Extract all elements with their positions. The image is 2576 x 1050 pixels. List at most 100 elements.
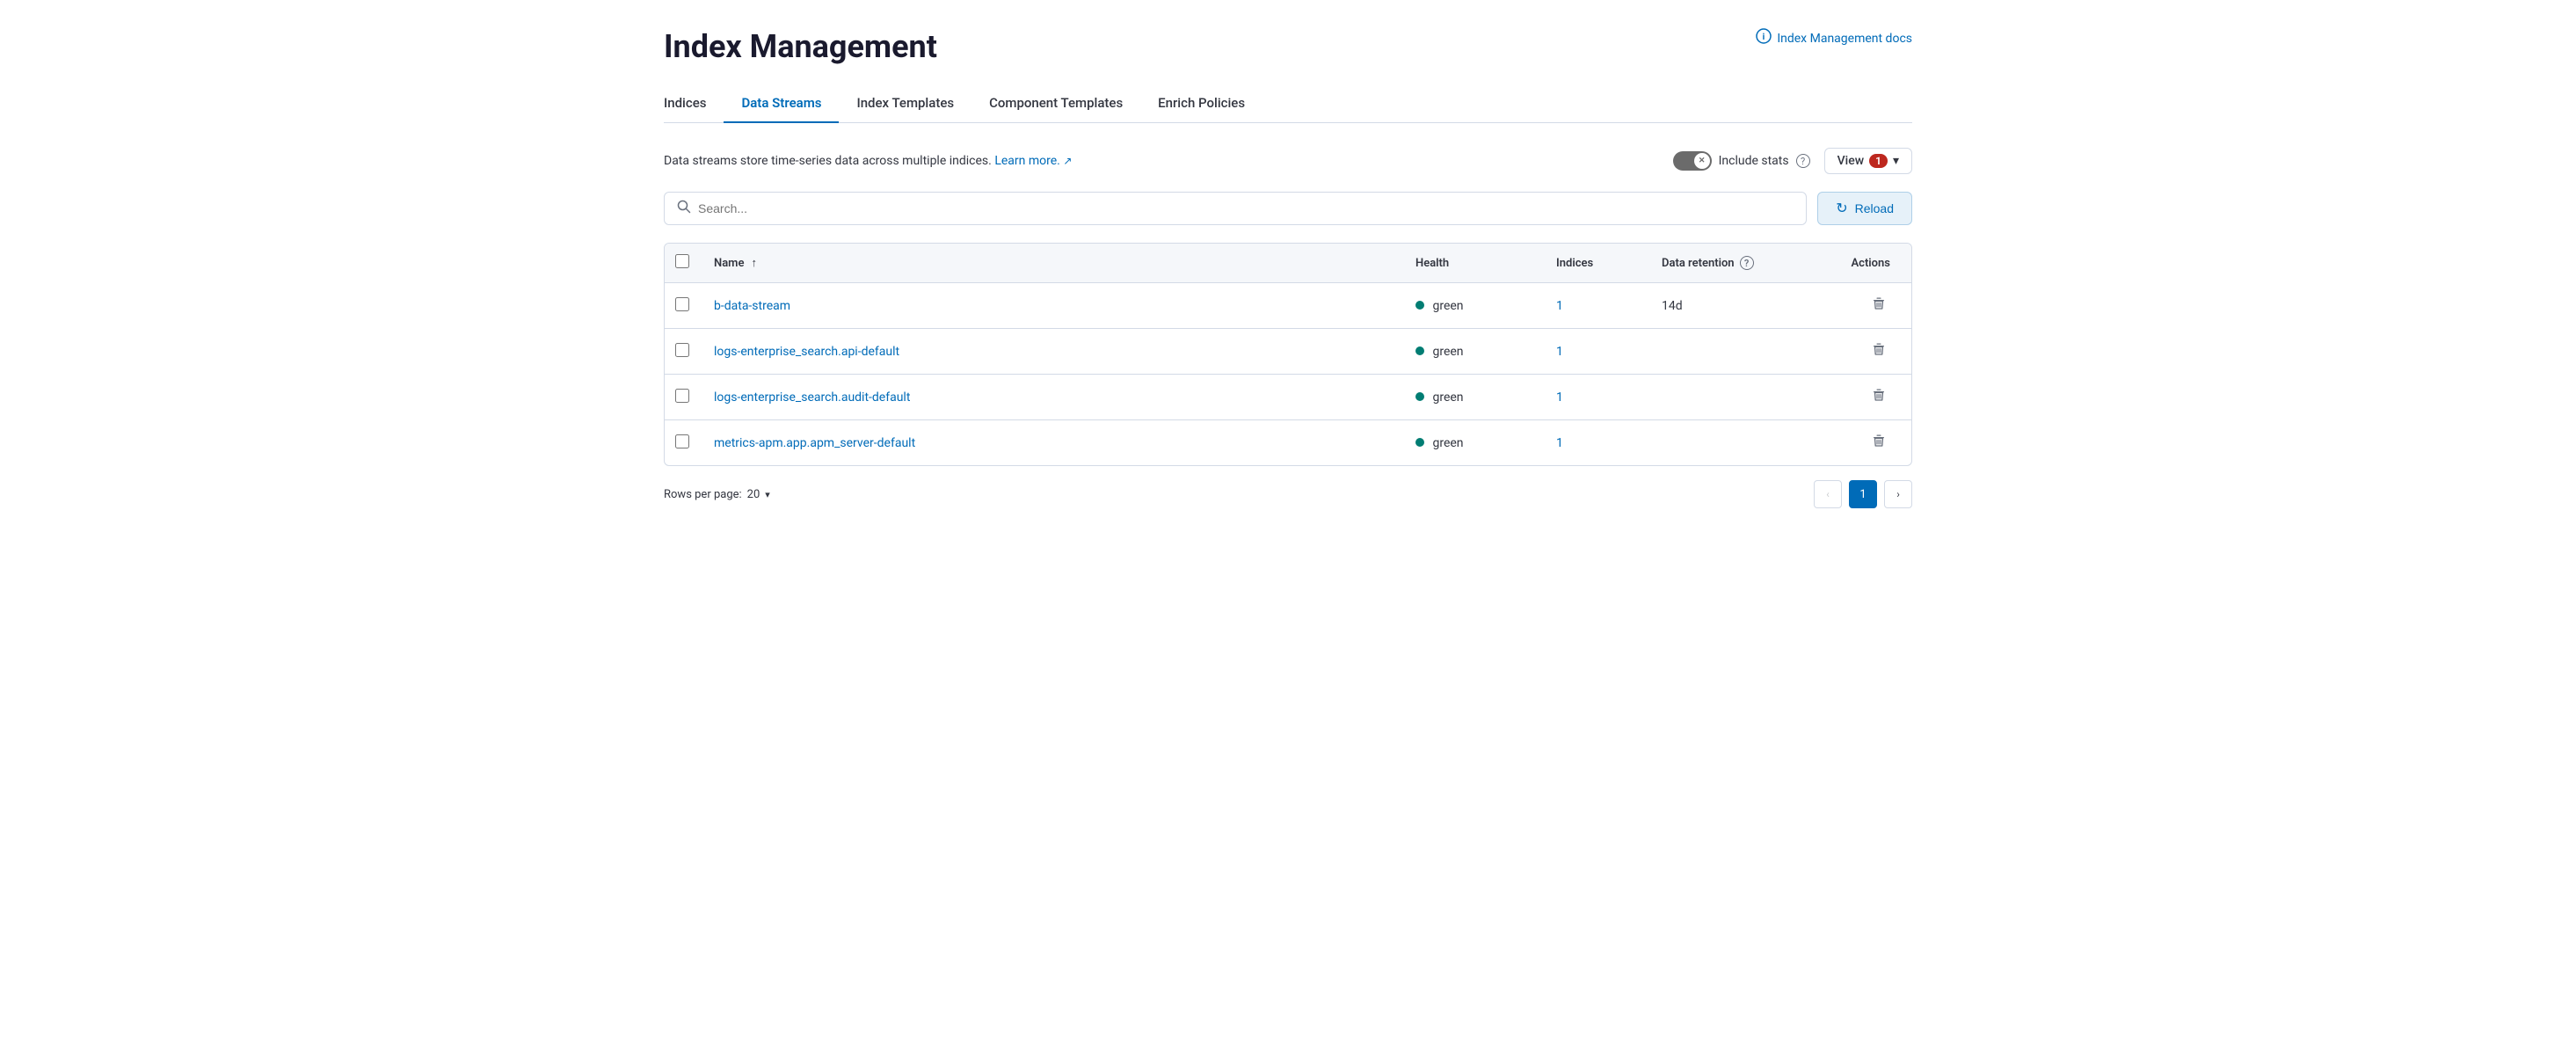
th-data-retention[interactable]: Data retention ? [1648,244,1823,283]
health-label-2: green [1432,390,1463,405]
info-description: Data streams store time-series data acro… [664,154,1072,168]
docs-link[interactable]: i Index Management docs [1756,28,1912,48]
table-row: metrics-apm.app.apm_server-default green… [665,420,1911,466]
rows-per-page[interactable]: Rows per page: 20 ▾ [664,488,770,501]
include-stats-label: Include stats [1719,154,1789,168]
data-streams-table: Name ↑ Health Indices Data retention ? [665,244,1911,465]
svg-text:i: i [1763,33,1765,42]
indices-count-link-0[interactable]: 1 [1556,299,1563,313]
external-link-icon: ↗ [1063,155,1072,167]
reload-icon: ↻ [1836,200,1847,217]
name-sort-icon: ↑ [751,256,757,270]
row-health-cell: green [1401,283,1542,329]
th-indices[interactable]: Indices [1542,244,1648,283]
row-indices-cell: 1 [1542,420,1648,466]
row-indices-cell: 1 [1542,329,1648,375]
view-button-label: View [1837,154,1865,168]
include-stats-toggle[interactable]: ✕ [1673,151,1712,171]
pagination-next-button[interactable]: › [1884,480,1912,508]
th-actions: Actions [1823,244,1911,283]
row-actions-cell [1823,375,1911,420]
row-checkbox-0[interactable] [675,297,689,311]
row-indices-cell: 1 [1542,375,1648,420]
pagination-page-1[interactable]: 1 [1849,480,1877,508]
row-retention-cell [1648,375,1823,420]
view-badge: 1 [1869,154,1888,168]
reload-button[interactable]: ↻ Reload [1817,192,1912,225]
include-stats-toggle-area: ✕ Include stats ? [1673,151,1810,171]
tab-indices[interactable]: Indices [664,86,724,123]
info-bar: Data streams store time-series data acro… [664,148,1912,174]
th-health[interactable]: Health [1401,244,1542,283]
delete-button-2[interactable] [1867,385,1890,411]
indices-count-link-2[interactable]: 1 [1556,390,1563,405]
row-retention-cell [1648,420,1823,466]
search-reload-row: ↻ Reload [664,192,1912,225]
search-input[interactable] [698,201,1794,215]
indices-count-link-3[interactable]: 1 [1556,436,1563,450]
row-checkbox-3[interactable] [675,434,689,448]
stream-name-link-3[interactable]: metrics-apm.app.apm_server-default [714,436,915,450]
rows-per-page-label: Rows per page: [664,488,742,501]
rows-per-page-value: 20 [747,488,760,501]
pagination-row: Rows per page: 20 ▾ ‹ 1 › [664,466,1912,508]
row-actions-cell [1823,283,1911,329]
row-checkbox-cell [665,375,700,420]
row-checkbox-cell [665,420,700,466]
row-checkbox-1[interactable] [675,343,689,357]
tab-index-templates[interactable]: Index Templates [839,86,971,123]
stream-name-link-0[interactable]: b-data-stream [714,299,790,313]
tab-enrich-policies[interactable]: Enrich Policies [1140,86,1263,123]
tab-data-streams[interactable]: Data Streams [724,86,839,123]
row-health-cell: green [1401,375,1542,420]
row-checkbox-2[interactable] [675,389,689,403]
search-icon [677,200,691,217]
health-dot-0 [1415,301,1424,310]
row-health-cell: green [1401,329,1542,375]
stream-name-link-1[interactable]: logs-enterprise_search.api-default [714,345,899,359]
reload-label: Reload [1855,201,1894,215]
row-checkbox-cell [665,283,700,329]
search-box [664,192,1807,225]
data-retention-help-icon[interactable]: ? [1740,256,1754,270]
next-icon: › [1896,488,1900,500]
row-name-cell: logs-enterprise_search.api-default [700,329,1401,375]
delete-button-1[interactable] [1867,339,1890,365]
docs-link-icon: i [1756,28,1772,48]
row-name-cell: metrics-apm.app.apm_server-default [700,420,1401,466]
row-retention-cell: 14d [1648,283,1823,329]
learn-more-link[interactable]: Learn more. ↗ [994,154,1072,168]
delete-button-0[interactable] [1867,294,1890,319]
health-dot-3 [1415,438,1424,447]
pagination-prev-button[interactable]: ‹ [1814,480,1842,508]
health-label-3: green [1432,436,1463,450]
indices-count-link-1[interactable]: 1 [1556,345,1563,359]
row-health-cell: green [1401,420,1542,466]
select-all-header [665,244,700,283]
page-container: Index Management i Index Management docs… [629,0,1947,543]
include-stats-help-icon[interactable]: ? [1796,154,1810,168]
table-row: logs-enterprise_search.api-default green… [665,329,1911,375]
health-label-0: green [1432,299,1463,313]
th-data-retention-with-help: Data retention ? [1662,256,1809,270]
tab-component-templates[interactable]: Component Templates [971,86,1140,123]
delete-button-3[interactable] [1867,431,1890,456]
page-title: Index Management [664,28,937,65]
rows-per-page-chevron: ▾ [765,489,770,500]
table-header-row: Name ↑ Health Indices Data retention ? [665,244,1911,283]
row-indices-cell: 1 [1542,283,1648,329]
view-button[interactable]: View 1 ▾ [1824,148,1912,174]
th-name-sort[interactable]: Name ↑ [714,256,1387,270]
health-dot-2 [1415,392,1424,401]
toggle-knob: ✕ [1694,153,1710,169]
row-name-cell: b-data-stream [700,283,1401,329]
row-retention-cell [1648,329,1823,375]
stream-name-link-2[interactable]: logs-enterprise_search.audit-default [714,390,910,405]
table-row: logs-enterprise_search.audit-default gre… [665,375,1911,420]
pagination-controls: ‹ 1 › [1814,480,1912,508]
th-name[interactable]: Name ↑ [700,244,1401,283]
row-checkbox-cell [665,329,700,375]
table-body: b-data-stream green 1 14d [665,283,1911,466]
prev-icon: ‹ [1826,488,1830,500]
select-all-checkbox[interactable] [675,254,689,268]
